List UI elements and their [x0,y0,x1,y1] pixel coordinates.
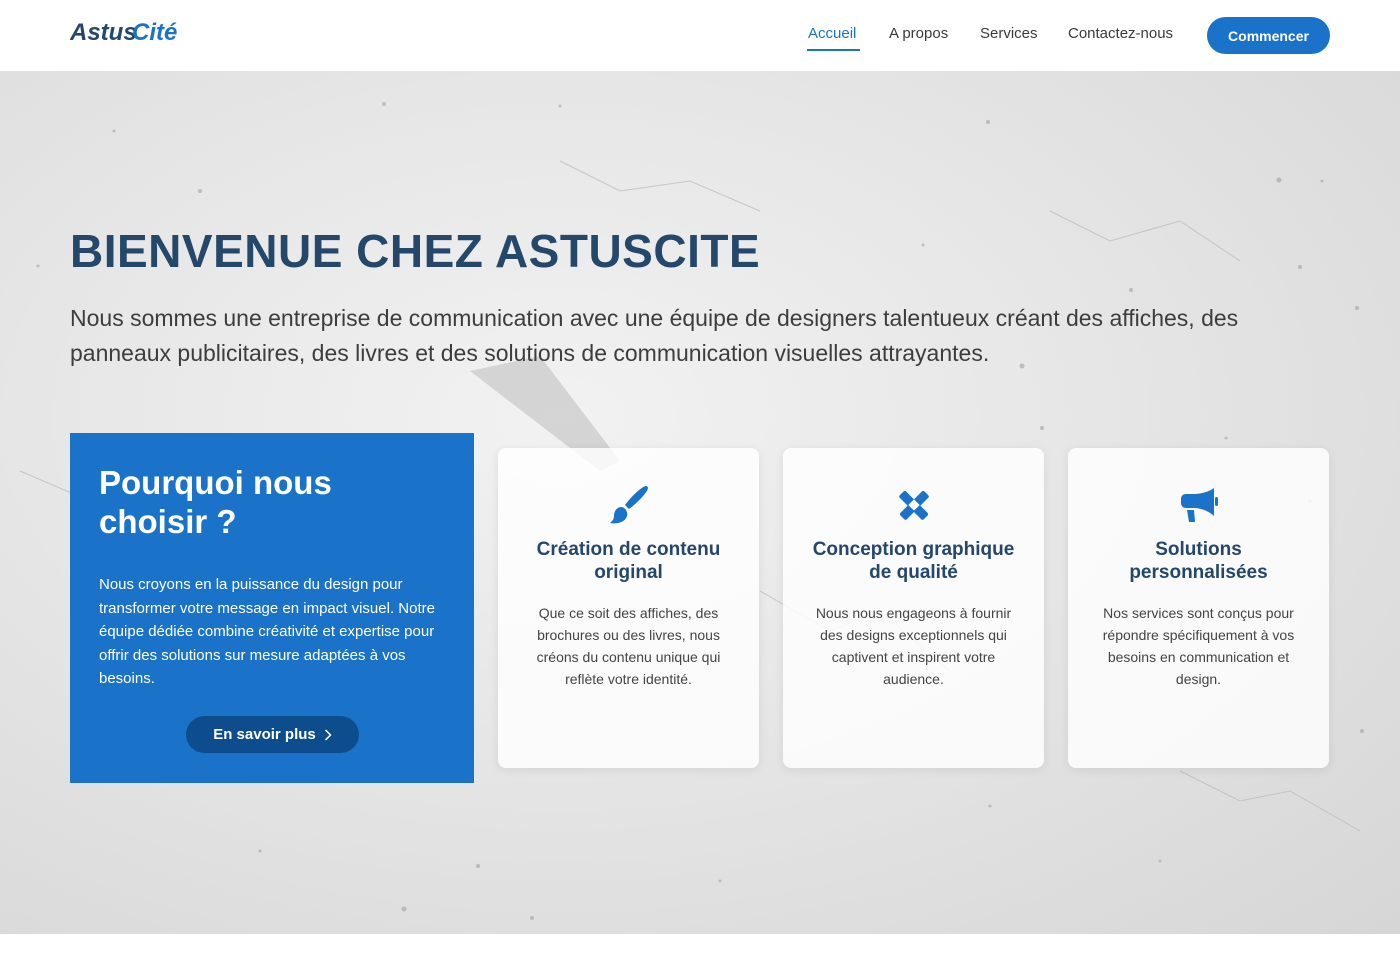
nav-services[interactable]: Services [980,25,1038,42]
astuscite-logo[interactable]: Astus Cité [70,16,190,48]
nav-accueil[interactable]: Accueil [808,25,856,42]
why-title: Pourquoi nous choisir ? [99,464,332,540]
card-title: Solutions personnalisées [1129,539,1268,583]
card-title: Création de contenu original [536,539,721,583]
paintbrush-icon [610,486,648,524]
pencil-ruler-icon [899,490,929,520]
nav-a-propos[interactable]: A propos [889,25,948,42]
commencer-button[interactable]: Commencer [1207,17,1330,54]
card-text: Nous nous engageons à fournir des design… [815,605,1012,687]
active-nav-underline [807,49,860,51]
card-text: Nos services sont conçus pour répondre s… [1102,605,1295,687]
why-choose-us-box: Pourquoi nous choisir ? Nous croyons en … [70,433,474,783]
site-header: Astus Cité Accueil A propos Services Con… [0,0,1400,71]
en-savoir-plus-label: En savoir plus [213,726,316,743]
svg-text:Cité: Cité [132,19,177,46]
nav-contactez-nous[interactable]: Contactez-nous [1068,25,1173,42]
why-description: Nous croyons en la puissance du design p… [99,576,435,687]
service-card-design: Conception graphique de qualité Nous nou… [783,448,1044,768]
megaphone-icon [1181,488,1218,522]
service-card-solutions: Solutions personnalisées Nos services so… [1068,448,1329,768]
en-savoir-plus-button[interactable]: En savoir plus [186,716,359,753]
card-title: Conception graphique de qualité [812,539,1015,583]
svg-text:Astus: Astus [70,19,137,46]
hero-description: Nous sommes une entreprise de communicat… [70,305,1239,366]
hero-title: BIENVENUE CHEZ ASTUSCITE [70,225,761,277]
service-card-content: Création de contenu original Que ce soit… [498,448,759,768]
hero-section: BIENVENUE CHEZ ASTUSCITE Nous sommes une… [0,71,1400,934]
card-text: Que ce soit des affiches, des brochures … [536,605,721,687]
chevron-right-icon [324,728,332,741]
